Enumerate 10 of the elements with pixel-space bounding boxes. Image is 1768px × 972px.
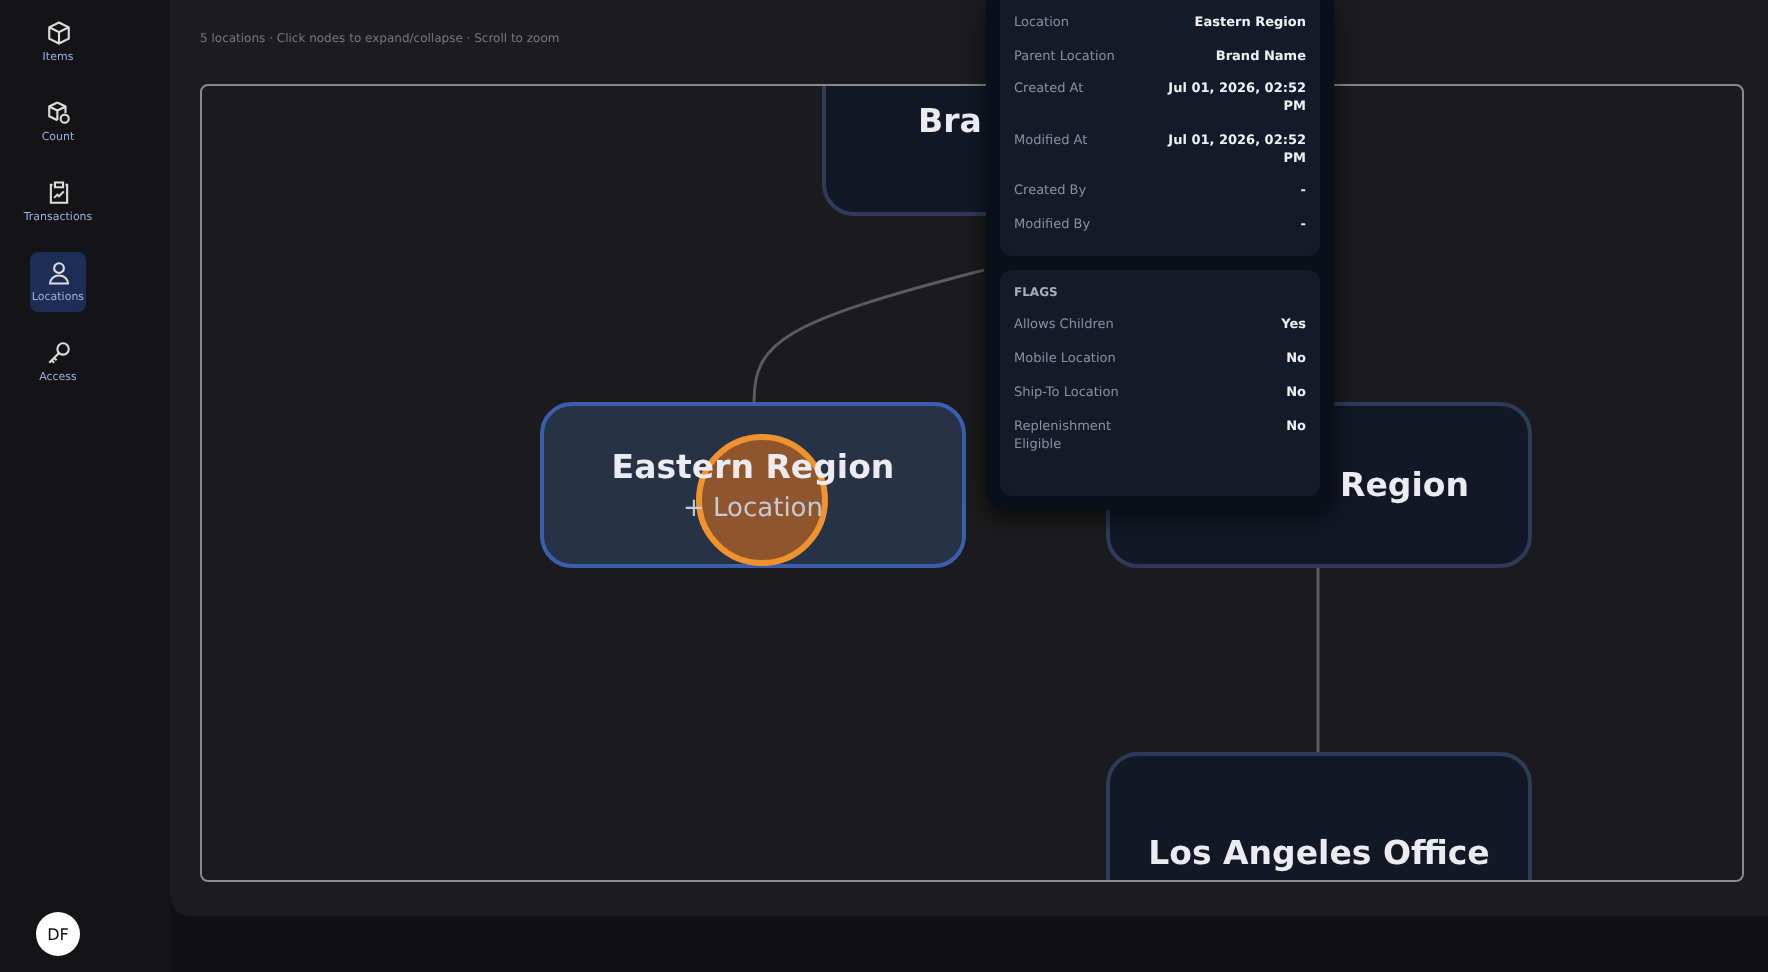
node-title: Region (1340, 466, 1469, 504)
key-icon (45, 340, 71, 366)
user-avatar[interactable]: DF (36, 912, 80, 956)
node-title: Bra (918, 102, 982, 140)
user-icon (45, 260, 71, 286)
box-search-icon (45, 100, 71, 126)
node-title: Los Angeles Office (1148, 833, 1490, 871)
cube-icon (45, 20, 71, 46)
location-node[interactable]: Los Angeles Office (1106, 752, 1532, 880)
clipboard-icon (45, 180, 71, 206)
